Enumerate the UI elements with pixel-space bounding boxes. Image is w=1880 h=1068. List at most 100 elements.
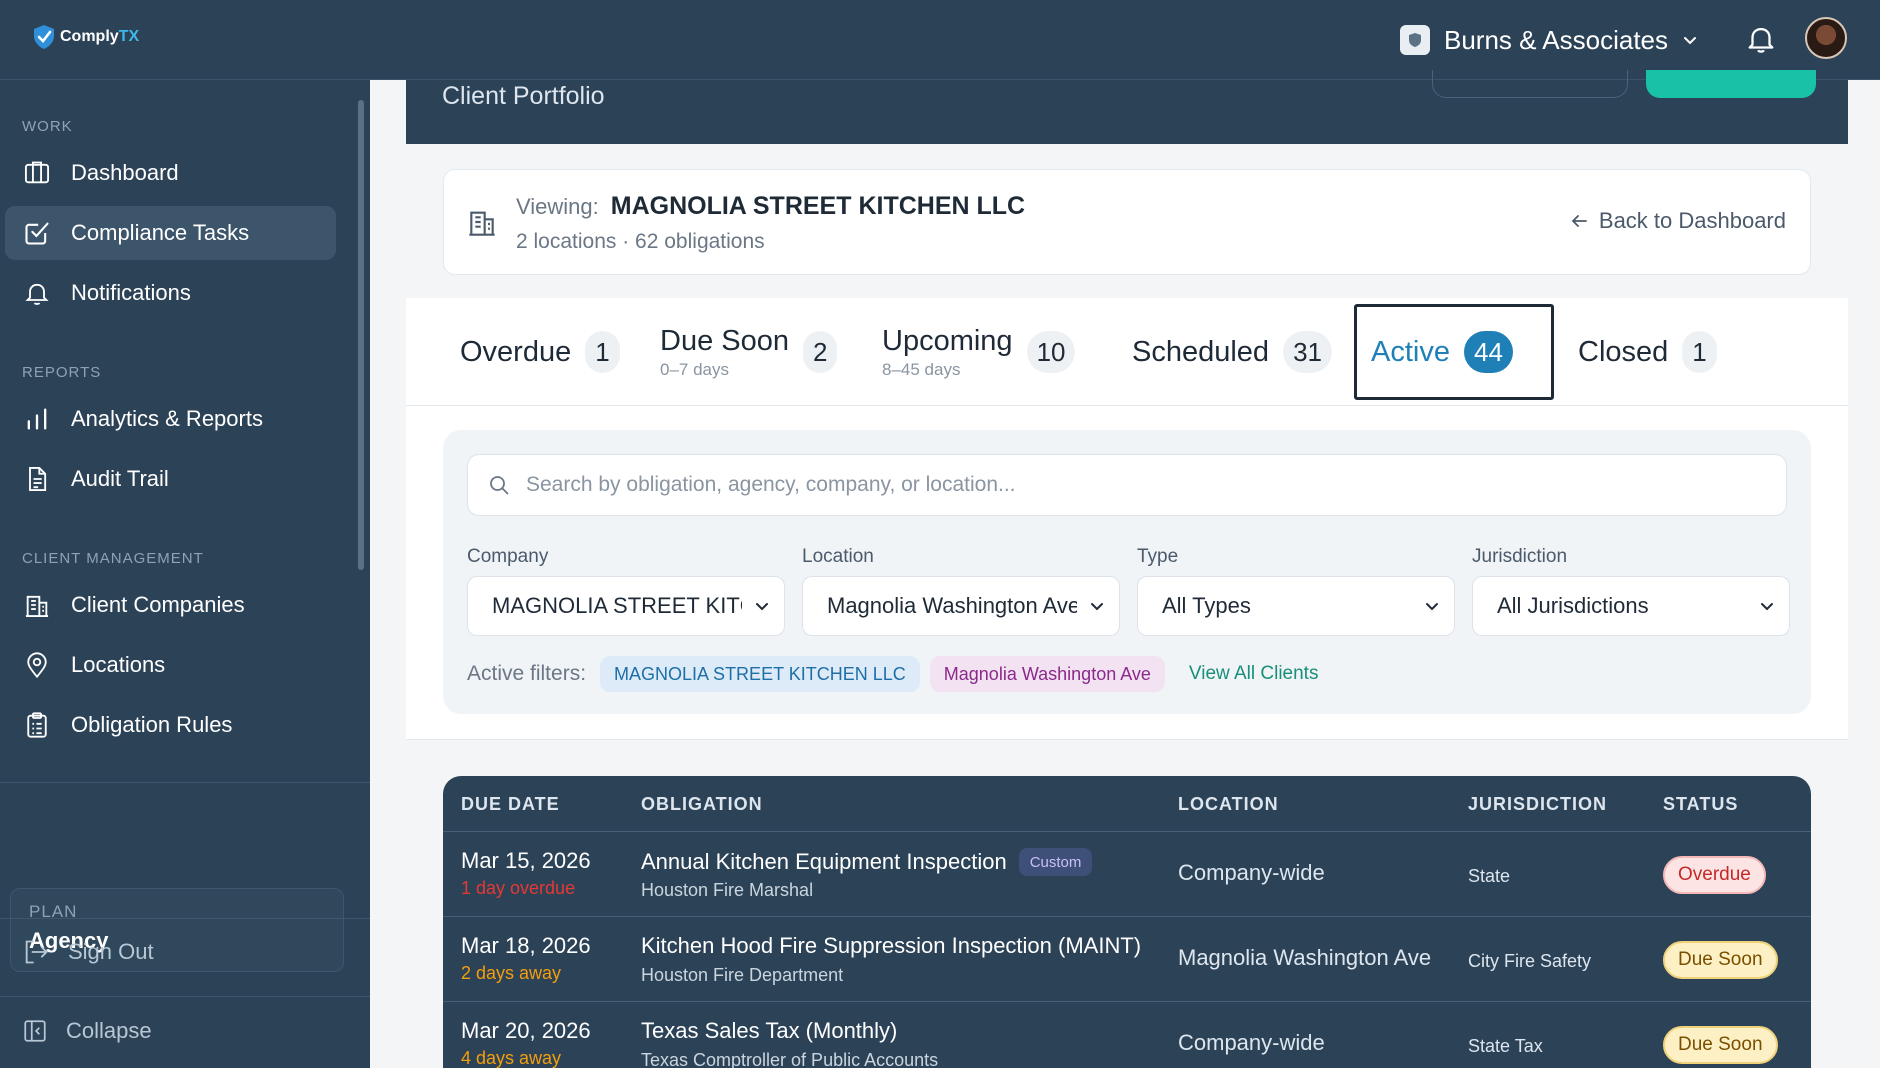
agency-name: Houston Fire Department xyxy=(641,965,844,985)
sidebar-item-analytics[interactable]: Analytics & Reports xyxy=(5,392,336,446)
arrow-left-icon xyxy=(1571,215,1587,227)
relative-due: 1 day overdue xyxy=(461,878,576,898)
location-filter-label: Location xyxy=(802,546,874,567)
due-date: Mar 20, 2026 xyxy=(461,1018,591,1043)
relative-due: 4 days away xyxy=(461,1048,562,1068)
plan-label: PLAN xyxy=(29,902,78,921)
sign-out-icon xyxy=(25,940,48,964)
tab-label: Upcoming xyxy=(882,324,1013,357)
sidebar-section-client-management: CLIENT MANAGEMENT xyxy=(22,550,204,567)
bell-icon xyxy=(25,283,49,305)
client-summary: 2 locations · 62 obligations xyxy=(516,230,765,253)
checkbox-icon xyxy=(25,222,49,245)
user-avatar[interactable] xyxy=(1805,17,1847,59)
sign-out-button[interactable]: Sign Out xyxy=(22,938,154,966)
search-icon xyxy=(490,476,509,495)
sidebar-item-notifications[interactable]: Notifications xyxy=(5,266,336,320)
location-cell: Company-wide xyxy=(1178,860,1325,885)
chevron-down-icon xyxy=(1091,603,1103,611)
tab-due-soon[interactable]: Due Soon 0–7 days 2 xyxy=(646,304,851,400)
active-filters: Active filters: MAGNOLIA STREET KITCHEN … xyxy=(467,656,1318,692)
tab-closed[interactable]: Closed 1 xyxy=(1564,304,1731,400)
shield-check-icon xyxy=(34,25,54,49)
column-header-due-date[interactable]: DUE DATE xyxy=(461,794,560,815)
sidebar-item-label: Client Companies xyxy=(71,592,245,617)
agency-name: Texas Comptroller of Public Accounts xyxy=(641,1050,939,1068)
table-row[interactable]: Mar 15, 2026 1 day overdue Annual Kitche… xyxy=(443,832,1811,917)
tab-active[interactable]: Active 44 xyxy=(1354,304,1554,400)
agency-name: Houston Fire Marshal xyxy=(641,880,814,900)
company-select[interactable]: MAGNOLIA STREET KITCHEN LLC xyxy=(467,576,785,636)
back-link-label: Back to Dashboard xyxy=(1598,208,1786,233)
custom-tag: Custom xyxy=(1018,848,1093,876)
sidebar-section-work: WORK xyxy=(22,118,73,135)
collapse-button[interactable]: Collapse xyxy=(22,1018,152,1044)
filters-panel: Company MAGNOLIA STREET KITCHEN LLC Loca… xyxy=(443,430,1811,714)
header-primary-button[interactable] xyxy=(1646,70,1816,98)
sidebar-item-audit-trail[interactable]: Audit Trail xyxy=(5,452,336,506)
filter-chip-location[interactable]: Magnolia Washington Ave xyxy=(929,656,1165,692)
tab-subtitle: 0–7 days xyxy=(660,359,729,379)
sidebar-item-compliance-tasks[interactable]: Compliance Tasks xyxy=(5,206,336,260)
sidebar-item-client-companies[interactable]: Client Companies xyxy=(5,578,336,632)
location-select[interactable]: Magnolia Washington Ave xyxy=(802,576,1120,636)
jurisdiction-cell: City Fire Safety xyxy=(1468,951,1592,971)
sidebar-item-locations[interactable]: Locations xyxy=(5,638,336,692)
column-header-location[interactable]: LOCATION xyxy=(1178,794,1279,815)
sidebar: WORK Dashboard Compliance Tasks Notifica… xyxy=(0,80,370,1068)
column-header-status[interactable]: STATUS xyxy=(1663,794,1738,815)
sidebar-item-obligation-rules[interactable]: Obligation Rules xyxy=(5,698,336,752)
due-date: Mar 18, 2026 xyxy=(461,933,591,958)
jurisdiction-filter-label: Jurisdiction xyxy=(1472,546,1568,567)
clipboard-icon xyxy=(27,712,47,738)
client-name: MAGNOLIA STREET KITCHEN LLC xyxy=(610,192,1026,220)
sidebar-item-label: Compliance Tasks xyxy=(71,220,250,245)
org-name: Burns & Associates xyxy=(1444,24,1668,55)
tab-count: 1 xyxy=(1682,331,1717,373)
jurisdiction-select[interactable]: All Jurisdictions xyxy=(1472,576,1790,636)
tab-label: Closed xyxy=(1578,335,1669,368)
chevron-down-icon xyxy=(1684,37,1696,45)
table-row[interactable]: Mar 18, 2026 2 days away Kitchen Hood Fi… xyxy=(443,917,1811,1002)
sidebar-item-label: Notifications xyxy=(71,280,191,305)
column-header-jurisdiction[interactable]: JURISDICTION xyxy=(1468,794,1607,815)
viewing-label: Viewing: xyxy=(516,194,599,219)
search-box[interactable] xyxy=(467,454,1787,516)
chevron-down-icon xyxy=(756,603,768,611)
org-switcher[interactable]: Burns & Associates xyxy=(1400,18,1698,62)
tab-overdue[interactable]: Overdue 1 xyxy=(446,304,634,400)
tab-subtitle: 8–45 days xyxy=(882,359,961,379)
sidebar-item-label: Audit Trail xyxy=(71,466,169,491)
chevron-down-icon xyxy=(1426,603,1438,611)
type-select[interactable]: All Types xyxy=(1137,576,1455,636)
sign-out-label: Sign Out xyxy=(68,939,154,964)
header-secondary-button[interactable] xyxy=(1432,70,1628,98)
sidebar-item-label: Dashboard xyxy=(71,160,179,185)
collapse-label: Collapse xyxy=(66,1018,152,1043)
company-select-value: MAGNOLIA STREET KITCHEN LLC xyxy=(492,593,742,618)
sidebar-divider xyxy=(0,996,370,997)
obligation-name: Texas Sales Tax (Monthly) xyxy=(641,1018,898,1043)
logo-text: ComplyTX xyxy=(60,28,140,45)
column-header-obligation[interactable]: OBLIGATION xyxy=(641,794,763,815)
back-to-dashboard-link[interactable]: Back to Dashboard xyxy=(1569,208,1786,234)
sidebar-section-reports: REPORTS xyxy=(22,364,102,381)
notifications-bell-icon[interactable] xyxy=(1744,22,1778,61)
sidebar-item-label: Locations xyxy=(71,652,166,677)
sidebar-item-dashboard[interactable]: Dashboard xyxy=(5,146,336,200)
tab-count: 31 xyxy=(1283,331,1332,373)
tab-count: 10 xyxy=(1026,331,1076,373)
active-filters-label: Active filters: xyxy=(467,662,587,685)
filter-chip-company[interactable]: MAGNOLIA STREET KITCHEN LLC xyxy=(600,656,920,692)
view-all-clients-link[interactable]: View All Clients xyxy=(1189,663,1319,685)
tab-label: Scheduled xyxy=(1132,335,1270,368)
logo[interactable]: ComplyTX xyxy=(32,24,139,50)
table-row[interactable]: Mar 20, 2026 4 days away Texas Sales Tax… xyxy=(443,1002,1811,1068)
collapse-sidebar-icon xyxy=(24,1020,46,1042)
sidebar-scrollbar[interactable] xyxy=(358,100,364,570)
sidebar-item-label: Analytics & Reports xyxy=(71,406,263,431)
tab-upcoming[interactable]: Upcoming 8–45 days 10 xyxy=(868,304,1089,400)
tab-scheduled[interactable]: Scheduled 31 xyxy=(1118,304,1346,400)
sidebar-divider xyxy=(0,918,370,919)
search-input[interactable] xyxy=(526,473,1726,497)
